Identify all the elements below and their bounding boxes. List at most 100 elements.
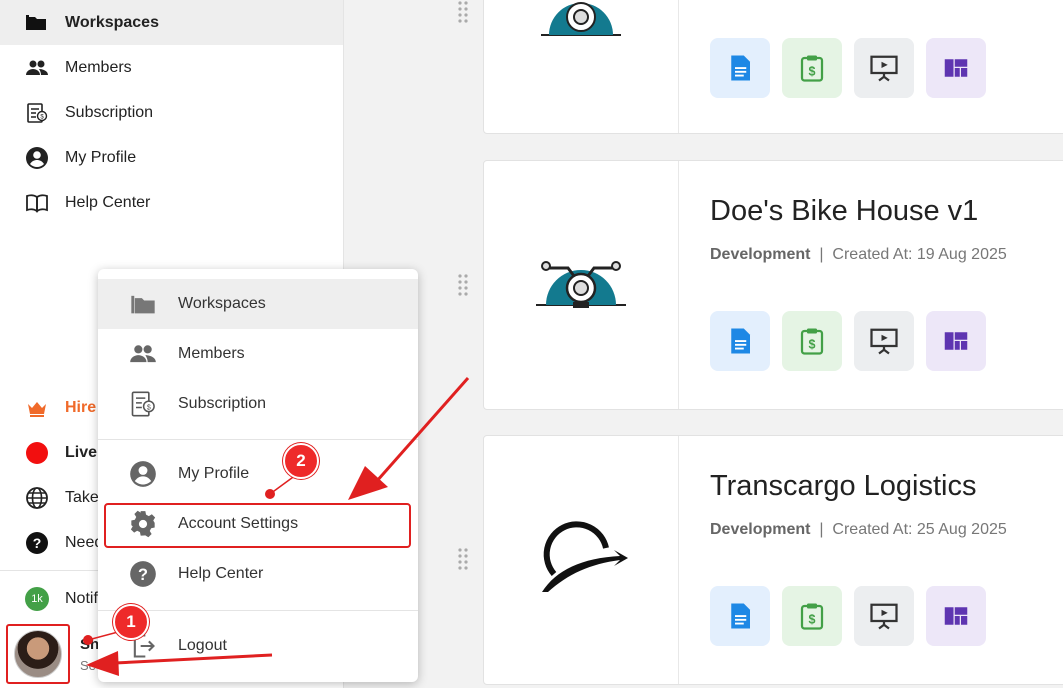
invoice-icon: $ bbox=[800, 328, 824, 355]
sidebar-item-label: Notifi bbox=[65, 590, 102, 607]
document-tile[interactable] bbox=[710, 38, 770, 98]
step-marker-1: 1 bbox=[113, 604, 149, 640]
menu-divider bbox=[98, 439, 418, 440]
menu-item-my-profile[interactable]: My Profile bbox=[98, 449, 418, 499]
workspace-title[interactable]: Transcargo Logistics bbox=[710, 470, 976, 503]
sidebar-item-label: Subscription bbox=[65, 103, 154, 121]
workspace-meta: Development | Created At: 19 Aug 2025 bbox=[710, 246, 1007, 263]
crown-icon bbox=[24, 395, 50, 421]
user-name: Sh bbox=[80, 636, 100, 653]
account-circle-icon bbox=[24, 145, 50, 171]
subscription-icon: $ bbox=[128, 389, 158, 419]
sidebar-item-label: My Profile bbox=[65, 148, 137, 166]
workspace-card[interactable]: Transcargo Logistics Development | Creat… bbox=[483, 435, 1063, 685]
invoice-tile[interactable]: $ bbox=[782, 38, 842, 98]
live-dot-icon bbox=[24, 440, 50, 466]
document-tile[interactable] bbox=[710, 586, 770, 646]
menu-item-label: Subscription bbox=[178, 395, 267, 412]
workspace-logo bbox=[484, 436, 679, 684]
workspace-title[interactable]: Doe's Bike House v1 bbox=[710, 195, 978, 228]
menu-divider bbox=[98, 610, 418, 611]
document-icon bbox=[731, 603, 750, 629]
menu-item-label: Members bbox=[178, 345, 245, 362]
menu-item-subscription[interactable]: $ Subscription bbox=[98, 379, 418, 429]
account-circle-icon bbox=[128, 459, 158, 489]
sidebar-item-label: Workspaces bbox=[65, 13, 159, 31]
invoice-icon: $ bbox=[800, 55, 824, 82]
folder-icon bbox=[128, 289, 158, 319]
sidebar-item-my-profile[interactable]: My Profile bbox=[0, 135, 343, 180]
svg-text:?: ? bbox=[138, 566, 148, 584]
sidebar-item-label: Help Center bbox=[65, 193, 151, 211]
people-icon bbox=[24, 55, 50, 81]
account-settings-highlight bbox=[104, 503, 411, 548]
svg-text:$: $ bbox=[809, 338, 816, 352]
dashboard-icon bbox=[944, 607, 968, 625]
sidebar-item-notifications[interactable]: 1k Notifi bbox=[24, 586, 101, 612]
svg-text:$: $ bbox=[147, 404, 151, 411]
template-icons: $ bbox=[710, 586, 986, 646]
presentation-tile[interactable] bbox=[854, 311, 914, 371]
subscription-icon: $ bbox=[24, 100, 50, 126]
menu-item-label: Workspaces bbox=[178, 295, 266, 312]
dashboard-icon bbox=[944, 332, 968, 350]
template-icons: $ bbox=[710, 311, 986, 371]
workspace-card[interactable]: Doe's Bike House v1 Development | Create… bbox=[483, 160, 1063, 410]
dashboard-icon bbox=[944, 59, 968, 77]
presentation-icon bbox=[870, 603, 898, 630]
presentation-icon bbox=[870, 328, 898, 355]
presentation-icon bbox=[870, 55, 898, 82]
user-subtitle: Se bbox=[80, 658, 96, 673]
notification-badge: 1k bbox=[24, 586, 50, 612]
workspace-logo bbox=[484, 0, 679, 133]
sidebar-item-workspaces[interactable]: Workspaces bbox=[0, 0, 343, 45]
sidebar-item-take[interactable]: Take bbox=[24, 485, 99, 511]
invoice-tile[interactable]: $ bbox=[782, 586, 842, 646]
sidebar-item-label: Take bbox=[65, 489, 99, 506]
presentation-tile[interactable] bbox=[854, 586, 914, 646]
workspace-logo bbox=[484, 161, 679, 409]
step-marker-2: 2 bbox=[283, 443, 319, 479]
menu-item-workspaces[interactable]: Workspaces bbox=[98, 279, 418, 329]
dashboard-tile[interactable] bbox=[926, 311, 986, 371]
sidebar-item-label: Members bbox=[65, 58, 132, 76]
avatar bbox=[14, 630, 62, 678]
people-icon bbox=[128, 339, 158, 369]
invoice-tile[interactable]: $ bbox=[782, 311, 842, 371]
document-icon bbox=[731, 55, 750, 81]
dashboard-tile[interactable] bbox=[926, 38, 986, 98]
sidebar-item-hire[interactable]: Hire bbox=[24, 395, 96, 421]
document-icon bbox=[731, 328, 750, 354]
drag-handle-icon[interactable] bbox=[456, 0, 470, 26]
menu-item-help-center[interactable]: ? Help Center bbox=[98, 549, 418, 599]
drag-handle-icon[interactable] bbox=[456, 547, 470, 573]
sidebar-item-label: Hire bbox=[65, 399, 97, 416]
menu-item-label: My Profile bbox=[178, 465, 250, 482]
help-icon: ? bbox=[24, 530, 50, 556]
sidebar-item-help-center[interactable]: Help Center bbox=[0, 180, 343, 225]
presentation-tile[interactable] bbox=[854, 38, 914, 98]
svg-text:$: $ bbox=[809, 613, 816, 627]
document-tile[interactable] bbox=[710, 311, 770, 371]
dashboard-tile[interactable] bbox=[926, 586, 986, 646]
svg-text:$: $ bbox=[809, 65, 816, 79]
invoice-icon: $ bbox=[800, 603, 824, 630]
sidebar-item-members[interactable]: Members bbox=[0, 45, 343, 90]
workspace-card[interactable]: $ bbox=[483, 0, 1063, 134]
user-avatar-button[interactable] bbox=[6, 624, 70, 684]
sidebar-item-label: Live bbox=[65, 444, 98, 461]
menu-item-label: Help Center bbox=[178, 565, 264, 582]
sidebar-item-live[interactable]: Live bbox=[24, 440, 97, 466]
help-icon: ? bbox=[128, 559, 158, 589]
workspace-meta: Development | Created At: 25 Aug 2025 bbox=[710, 521, 1007, 538]
folder-icon bbox=[24, 10, 50, 36]
menu-item-label: Logout bbox=[178, 637, 227, 654]
template-icons: $ bbox=[710, 38, 986, 98]
svg-text:?: ? bbox=[33, 535, 42, 551]
sidebar-item-need[interactable]: ? Need bbox=[24, 530, 103, 556]
menu-item-members[interactable]: Members bbox=[98, 329, 418, 379]
sidebar-item-subscription[interactable]: $ Subscription bbox=[0, 90, 343, 135]
drag-handle-icon[interactable] bbox=[456, 273, 470, 299]
globe-icon bbox=[24, 485, 50, 511]
book-icon bbox=[24, 190, 50, 216]
